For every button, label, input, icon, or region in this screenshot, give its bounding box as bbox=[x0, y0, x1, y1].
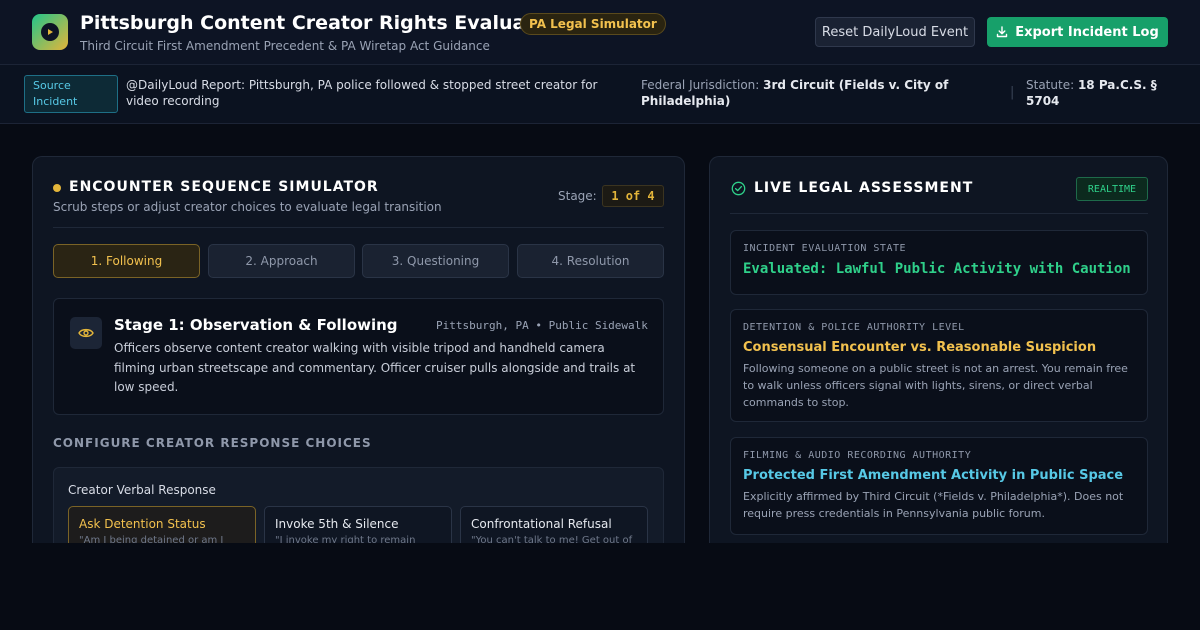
tab-approach[interactable]: 2. Approach bbox=[208, 244, 355, 278]
tab-questioning[interactable]: 3. Questioning bbox=[362, 244, 509, 278]
filming-description: Explicitly affirmed by Third Circuit (*F… bbox=[743, 490, 1124, 520]
eye-icon bbox=[70, 317, 102, 349]
stage-location: Pittsburgh, PA • Public Sidewalk bbox=[436, 319, 648, 332]
stage-label: Stage: bbox=[558, 189, 597, 203]
verbal-response-label: Creator Verbal Response bbox=[68, 483, 216, 497]
reset-event-label: Reset DailyLoud Event bbox=[821, 24, 969, 40]
incident-report-text: @DailyLoud Report: Pittsburgh, PA police… bbox=[126, 78, 598, 108]
option-subtext: "Am I being detained or am I bbox=[79, 535, 224, 543]
card-label: DETENTION & POLICE AUTHORITY LEVEL bbox=[743, 322, 965, 333]
divider bbox=[730, 213, 1148, 214]
tab-resolution[interactable]: 4. Resolution bbox=[517, 244, 664, 278]
statute-reference: Statute: 18 Pa.C.S. § 5704 bbox=[1026, 77, 1186, 109]
option-title: Confrontational Refusal bbox=[471, 517, 612, 531]
separator: | bbox=[1010, 85, 1015, 100]
divider bbox=[53, 227, 664, 228]
export-log-button[interactable]: Export Incident Log bbox=[987, 17, 1168, 47]
app-header: Pittsburgh Content Creator Rights Evalua… bbox=[0, 0, 1200, 65]
play-icon bbox=[41, 23, 59, 41]
config-section-title: CONFIGURE CREATOR RESPONSE CHOICES bbox=[53, 436, 372, 450]
card-label: FILMING & AUDIO RECORDING AUTHORITY bbox=[743, 450, 972, 461]
stage-title: Stage 1: Observation & Following bbox=[114, 316, 398, 334]
realtime-badge: REALTIME bbox=[1076, 177, 1148, 201]
option-subtext: "You can't talk to me! Get out of bbox=[471, 535, 633, 543]
check-circle-icon bbox=[731, 181, 746, 196]
export-log-label: Export Incident Log bbox=[1015, 24, 1159, 40]
assessment-title: LIVE LEGAL ASSESSMENT bbox=[754, 180, 974, 196]
page-title: Pittsburgh Content Creator Rights Evalua… bbox=[80, 12, 557, 34]
filming-heading: Protected First Amendment Activity in Pu… bbox=[743, 468, 1124, 483]
source-incident-badge: Source Incident bbox=[24, 75, 118, 113]
download-icon bbox=[997, 26, 1008, 38]
section-dot bbox=[53, 184, 61, 192]
stage-counter: 1 of 4 bbox=[602, 185, 664, 207]
federal-jurisdiction: Federal Jurisdiction: 3rd Circuit (Field… bbox=[641, 77, 1001, 109]
option-title: Invoke 5th & Silence bbox=[275, 517, 399, 531]
stage-card: Stage 1: Observation & Following Pittsbu… bbox=[53, 298, 664, 415]
page-subtitle: Third Circuit First Amendment Precedent … bbox=[80, 39, 490, 53]
stage-description: Officers observe content creator walking… bbox=[114, 341, 636, 394]
option-ask-detention[interactable]: Ask Detention Status "Am I being detaine… bbox=[68, 506, 256, 543]
option-title: Ask Detention Status bbox=[79, 517, 206, 531]
detention-authority-card: DETENTION & POLICE AUTHORITY LEVEL Conse… bbox=[730, 309, 1148, 422]
legal-assessment-panel: LIVE LEGAL ASSESSMENT REALTIME INCIDENT … bbox=[709, 156, 1168, 543]
tab-following[interactable]: 1. Following bbox=[53, 244, 200, 278]
statute-label: Statute: bbox=[1026, 78, 1075, 92]
option-subtext: "I invoke my right to remain bbox=[275, 535, 416, 543]
card-label: INCIDENT EVALUATION STATE bbox=[743, 243, 907, 254]
encounter-simulator-panel: ENCOUNTER SEQUENCE SIMULATOR Scrub steps… bbox=[32, 156, 685, 543]
incident-bar: Source Incident @DailyLoud Report: Pitts… bbox=[0, 65, 1200, 124]
evaluation-state-value: Evaluated: Lawful Public Activity with C… bbox=[743, 261, 1131, 277]
legal-simulator-badge: PA Legal Simulator bbox=[520, 13, 666, 35]
filming-authority-card: FILMING & AUDIO RECORDING AUTHORITY Prot… bbox=[730, 437, 1148, 535]
verbal-response-group: Creator Verbal Response Ask Detention St… bbox=[53, 467, 664, 543]
reset-event-button[interactable]: Reset DailyLoud Event bbox=[815, 17, 975, 47]
jurisdiction-label: Federal Jurisdiction: bbox=[641, 78, 760, 92]
detention-description: Following someone on a public street is … bbox=[743, 362, 1128, 409]
app-logo bbox=[32, 14, 68, 50]
option-confrontational-refusal[interactable]: Confrontational Refusal "You can't talk … bbox=[460, 506, 648, 543]
option-invoke-silence[interactable]: Invoke 5th & Silence "I invoke my right … bbox=[264, 506, 452, 543]
simulator-subtitle: Scrub steps or adjust creator choices to… bbox=[53, 200, 442, 214]
evaluation-state-card: INCIDENT EVALUATION STATE Evaluated: Law… bbox=[730, 230, 1148, 295]
simulator-title: ENCOUNTER SEQUENCE SIMULATOR bbox=[69, 179, 379, 195]
detention-heading: Consensual Encounter vs. Reasonable Susp… bbox=[743, 340, 1097, 355]
